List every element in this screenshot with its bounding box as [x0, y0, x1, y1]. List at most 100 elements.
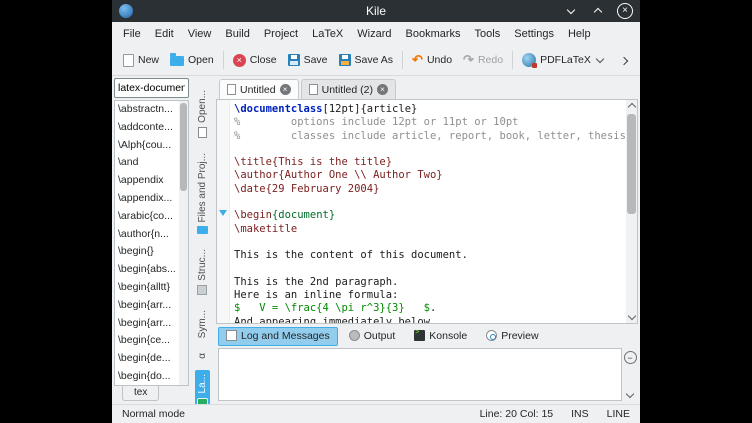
command-item[interactable]: \appendix — [115, 172, 179, 190]
pdflatex-label: PDFLaTeX — [540, 54, 591, 66]
tab-tex[interactable]: tex — [122, 386, 159, 401]
code-token: \maketitle — [234, 223, 297, 235]
command-item[interactable]: \Alph{cou... — [115, 137, 179, 155]
code-token: $ V = \frac{4 \pi r^3}{3} $ — [234, 302, 430, 314]
bottom-tab-preview[interactable]: Preview — [478, 327, 546, 346]
command-item[interactable]: \abstractn... — [115, 101, 179, 119]
collapse-panel-button[interactable] — [624, 351, 637, 364]
close-window-button[interactable] — [617, 3, 633, 19]
side-tab-open-files[interactable]: Open... — [195, 86, 210, 142]
save-label: Save — [304, 54, 328, 66]
log-messages-panel[interactable] — [218, 348, 622, 401]
side-tab-structure[interactable]: Struc... — [195, 245, 210, 299]
command-item[interactable]: \appendix... — [115, 190, 179, 208]
code-token: % classes include article, report, book,… — [234, 130, 626, 142]
menu-edit[interactable]: Edit — [148, 25, 181, 43]
close-tab-icon[interactable] — [377, 84, 388, 95]
editor-line: Here is an inline formula: — [234, 289, 626, 302]
command-item[interactable]: \begin{do... — [115, 368, 179, 385]
editor-scrollbar[interactable] — [626, 100, 637, 323]
menu-help[interactable]: Help — [561, 25, 598, 43]
menu-project[interactable]: Project — [257, 25, 305, 43]
editor-line: % classes include article, report, book,… — [234, 130, 626, 143]
bottom-tab-output[interactable]: Output — [341, 327, 404, 346]
menu-build[interactable]: Build — [218, 25, 256, 43]
new-button[interactable]: New — [118, 51, 164, 70]
minimize-button[interactable] — [563, 3, 579, 19]
scrollbar-thumb[interactable] — [180, 103, 187, 191]
command-item[interactable]: \and — [115, 154, 179, 172]
menu-file[interactable]: File — [116, 25, 148, 43]
pdflatex-button[interactable]: PDFLaTeX — [517, 50, 608, 70]
code-token: Here is an inline formula: — [234, 289, 398, 301]
command-item[interactable]: \begin{de... — [115, 350, 179, 368]
close-document-button[interactable]: Close — [228, 51, 282, 70]
scroll-down-icon[interactable] — [626, 311, 637, 323]
undo-button[interactable]: Undo — [407, 49, 457, 71]
code-token: {document} — [272, 209, 335, 221]
status-line-col[interactable]: Line: 20 Col: 15 — [480, 408, 554, 420]
files-and-projects-icon — [197, 226, 208, 234]
toolbar-separator — [402, 51, 403, 69]
command-item[interactable]: \author{n... — [115, 226, 179, 244]
editor-line: This is the 2nd paragraph. — [234, 276, 626, 289]
menu-view[interactable]: View — [181, 25, 219, 43]
command-item[interactable]: \begin{abs... — [115, 261, 179, 279]
menu-latex[interactable]: LaTeX — [305, 25, 350, 43]
maximize-button[interactable] — [590, 3, 606, 19]
editor-tab-bar: Untitled Untitled (2) — [216, 78, 638, 99]
code-token: \author{Author One \\ Author Two} — [234, 169, 443, 181]
command-item[interactable]: \begin{} — [115, 243, 179, 261]
menu-bookmarks[interactable]: Bookmarks — [399, 25, 468, 43]
command-item[interactable]: \arabic{co... — [115, 208, 179, 226]
document-icon — [309, 84, 318, 95]
redo-button[interactable]: Redo — [458, 49, 508, 71]
open-button[interactable]: Open — [165, 51, 219, 69]
output-icon — [349, 330, 360, 341]
panel-scroll-down-icon[interactable] — [626, 390, 634, 398]
menu-tools[interactable]: Tools — [468, 25, 508, 43]
command-list-scrollbar[interactable] — [179, 101, 188, 385]
status-ins-mode[interactable]: INS — [571, 408, 589, 420]
side-tab-files-and-projects[interactable]: Files and Proj... — [195, 149, 210, 238]
fold-marker-icon[interactable] — [219, 210, 227, 216]
editor-line — [234, 263, 626, 276]
bottom-tab-log[interactable]: Log and Messages — [218, 327, 338, 346]
code-token: This is the 2nd paragraph. — [234, 276, 398, 288]
undo-label: Undo — [427, 54, 452, 66]
command-filter-input[interactable] — [114, 78, 189, 98]
command-item[interactable]: \begin{arr... — [115, 297, 179, 315]
command-item[interactable]: \begin{arr... — [115, 315, 179, 333]
editor-code[interactable]: \documentclass[12pt]{article}% options i… — [230, 100, 626, 323]
command-item[interactable]: \begin{ce... — [115, 332, 179, 350]
new-label: New — [138, 54, 159, 66]
editor-line — [234, 143, 626, 156]
status-mode: Normal mode — [122, 408, 185, 420]
sidebar-bottom-tabs: tex — [114, 386, 189, 404]
code-token: \documentclass — [234, 103, 323, 115]
bottom-tab-konsole[interactable]: Konsole — [406, 327, 475, 346]
status-line-ending[interactable]: LINE — [607, 408, 630, 420]
scroll-up-icon[interactable] — [626, 100, 637, 112]
command-item[interactable]: \begin{alltt} — [115, 279, 179, 297]
command-item[interactable]: \addconte... — [115, 119, 179, 137]
bottom-panel-controls — [622, 348, 638, 401]
scrollbar-thumb[interactable] — [627, 114, 636, 214]
save-button[interactable]: Save — [283, 51, 333, 69]
title-bar[interactable]: Kile — [112, 0, 640, 22]
chevron-down-icon[interactable] — [596, 55, 604, 63]
save-as-button[interactable]: Save As — [334, 51, 399, 69]
toolbar-overflow-button[interactable] — [614, 47, 634, 73]
side-tab-symbols[interactable]: Sym... — [195, 306, 210, 342]
tab-untitled[interactable]: Untitled — [219, 79, 299, 99]
new-document-icon — [123, 54, 134, 67]
tab-untitled-2[interactable]: Untitled (2) — [301, 79, 396, 99]
side-tab-label: Struc... — [197, 249, 208, 281]
close-tab-icon[interactable] — [280, 84, 291, 95]
menu-wizard[interactable]: Wizard — [350, 25, 398, 43]
code-token: \date{29 February 2004} — [234, 183, 379, 195]
editor-line: \maketitle — [234, 223, 626, 236]
menu-settings[interactable]: Settings — [507, 25, 561, 43]
editor[interactable]: \documentclass[12pt]{article}% options i… — [217, 100, 626, 323]
side-tab-alpha[interactable]: α — [195, 349, 210, 363]
